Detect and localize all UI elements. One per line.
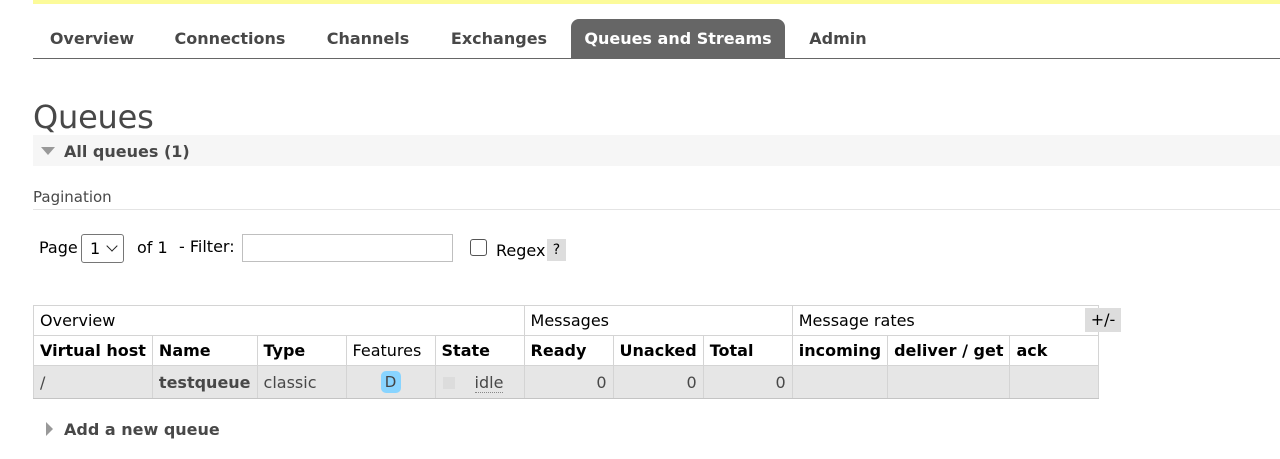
col-total[interactable]: Total [702,335,793,366]
col-ack[interactable]: ack [1009,335,1100,366]
table-group-header-row: Overview Messages Message rates [33,305,1100,336]
tab-channels[interactable]: Channels [309,19,427,58]
columns-toggle-button[interactable]: +/- [1085,308,1121,332]
table-row[interactable]: / testqueue classic D idle 0 0 0 [33,365,1100,399]
regex-help-button[interactable]: ? [547,239,566,261]
state-indicator-icon [442,376,455,389]
col-unacked[interactable]: Unacked [612,335,704,366]
group-message-rates: Message rates [791,305,1100,336]
cell-type: classic [256,365,347,399]
page-title: Queues [33,98,154,136]
filter-label: - Filter: [179,237,235,256]
cell-ready: 0 [523,365,614,399]
cell-features: D [345,365,436,399]
regex-checkbox[interactable] [470,239,487,256]
regex-label: Regex [496,241,546,260]
all-queues-label: All queues (1) [64,142,190,161]
all-queues-section-toggle[interactable]: All queues (1) [33,135,1280,166]
col-features: Features [345,335,436,366]
cell-total: 0 [702,365,793,399]
cell-unacked: 0 [612,365,704,399]
col-name[interactable]: Name [151,335,258,366]
queues-table: Overview Messages Message rates Virtual … [33,305,1100,399]
expand-triangle-icon [46,422,53,436]
tab-overview[interactable]: Overview [33,19,151,58]
col-deliver-get[interactable]: deliver / get [887,335,1011,366]
add-queue-label: Add a new queue [64,420,220,439]
page-select-value: 1 [90,239,101,258]
cell-virtual-host: / [33,365,153,399]
cell-ack [1009,365,1100,399]
page-count-label: of 1 [137,238,168,257]
table-header-row: Virtual host Name Type Features State Re… [33,335,1100,366]
pagination-heading: Pagination [33,188,1280,210]
group-messages: Messages [523,305,793,336]
col-type[interactable]: Type [256,335,347,366]
cell-state: idle [434,365,525,399]
top-status-strip [33,0,1280,4]
tab-queues-and-streams[interactable]: Queues and Streams [571,19,785,58]
group-overview: Overview [33,305,525,336]
tab-admin[interactable]: Admin [793,19,883,58]
durable-feature-badge: D [380,371,401,393]
main-nav-tabs: Overview Connections Channels Exchanges … [33,19,1280,59]
page-label: Page [39,238,78,257]
col-state[interactable]: State [434,335,525,366]
filter-input[interactable] [242,234,453,262]
col-virtual-host[interactable]: Virtual host [33,335,153,366]
state-text: idle [474,372,504,393]
col-incoming[interactable]: incoming [791,335,889,366]
page-select[interactable]: 1 [81,234,124,263]
add-queue-section-toggle[interactable]: Add a new queue [33,417,433,443]
tab-connections[interactable]: Connections [159,19,301,58]
collapse-triangle-icon [41,147,55,155]
cell-deliver-get [887,365,1011,399]
cell-incoming [791,365,889,399]
chevron-down-icon [106,240,118,252]
tab-exchanges[interactable]: Exchanges [435,19,563,58]
col-ready[interactable]: Ready [523,335,614,366]
cell-queue-name-link[interactable]: testqueue [151,365,258,399]
